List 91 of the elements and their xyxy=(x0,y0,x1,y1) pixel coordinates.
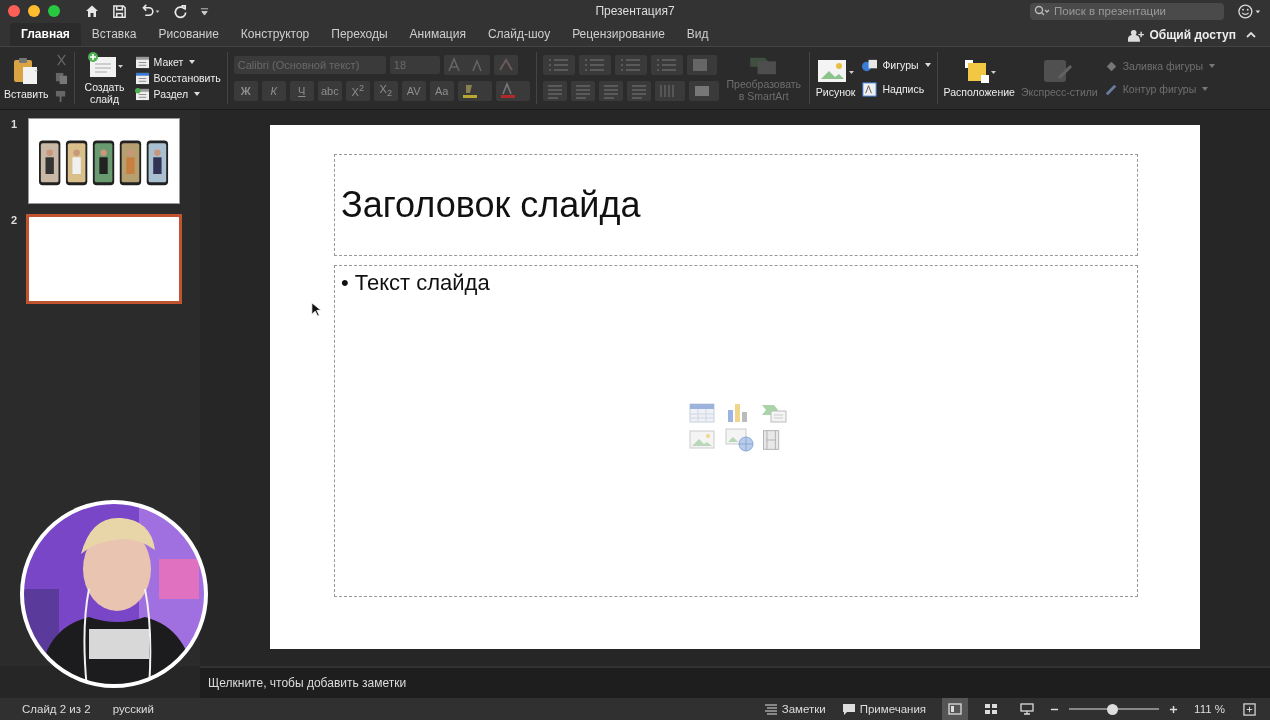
close-button[interactable] xyxy=(8,5,20,17)
notes-placeholder: Щелкните, чтобы добавить заметки xyxy=(208,676,407,690)
slide-title: Заголовок слайда xyxy=(341,184,641,226)
new-slide-icon xyxy=(86,50,123,79)
image-icon xyxy=(816,57,855,84)
ribbon-tab[interactable]: Конструктор xyxy=(229,23,321,46)
projector-icon xyxy=(1020,703,1035,715)
caret-icon xyxy=(194,92,201,96)
slide-counter: Слайд 2 из 2 xyxy=(22,703,91,715)
minimize-button[interactable] xyxy=(28,5,40,17)
layout-icon xyxy=(134,71,150,85)
list-icon[interactable] xyxy=(650,55,683,75)
ribbon-tab[interactable]: Анимация xyxy=(398,23,477,46)
zoom-level[interactable]: 111 % xyxy=(1194,703,1225,715)
format-painter-icon[interactable] xyxy=(54,89,68,103)
slide-thumbnail[interactable] xyxy=(26,214,182,304)
customize-icon[interactable] xyxy=(200,6,209,16)
bullet-mark: • xyxy=(341,270,349,296)
notes-icon xyxy=(763,703,778,715)
search-icon xyxy=(1034,5,1050,17)
add-person-icon xyxy=(1128,28,1146,42)
layout-icon xyxy=(134,87,150,101)
paste-button[interactable]: Вставить xyxy=(4,55,49,101)
ribbon-tab[interactable]: Рецензирование xyxy=(561,23,676,46)
align-icon[interactable] xyxy=(598,81,623,101)
slide-command-button[interactable]: Раздел xyxy=(134,87,221,101)
slide-body-text: Текст слайда xyxy=(354,270,490,296)
slide-command-button[interactable]: Восстановить xyxy=(134,71,221,85)
picture-button[interactable]: Рисунок xyxy=(815,57,856,99)
grid-icon xyxy=(984,703,999,715)
comment-icon xyxy=(841,703,856,715)
ribbon-tab[interactable]: Слайд-шоу xyxy=(476,23,562,46)
mouse-cursor-icon xyxy=(311,302,321,317)
home-icon[interactable] xyxy=(84,3,100,19)
caret-icon xyxy=(189,60,196,64)
layout-icon xyxy=(134,55,150,69)
insert-command-button[interactable]: Надпись xyxy=(861,81,931,98)
insert-command-button[interactable]: Фигуры xyxy=(861,58,931,73)
share-button[interactable]: Общий доступ xyxy=(1128,28,1236,42)
comments-button[interactable]: Примечания xyxy=(841,703,927,715)
ribbon-tab[interactable]: Вид xyxy=(675,23,720,46)
search-field[interactable]: Поиск в презентации xyxy=(1030,2,1224,20)
slide-canvas[interactable]: Заголовок слайда • Текст слайда xyxy=(270,125,1200,649)
copy-icon[interactable] xyxy=(54,71,68,85)
zoom-button[interactable] xyxy=(48,5,60,17)
caret-icon xyxy=(1208,64,1215,69)
clear-formatting-icon[interactable] xyxy=(493,55,518,75)
fit-to-window-icon[interactable] xyxy=(1243,702,1256,716)
align-icon[interactable] xyxy=(542,81,567,101)
title-placeholder[interactable]: Заголовок слайда xyxy=(334,154,1138,256)
online-image-icon[interactable] xyxy=(725,428,755,452)
save-icon[interactable] xyxy=(112,3,127,19)
ribbon-tab[interactable]: Переходы xyxy=(320,23,399,46)
pen-icon xyxy=(1103,82,1119,97)
line-spacing-icon[interactable] xyxy=(654,81,685,101)
shapes-icon xyxy=(861,58,879,73)
align-icon[interactable] xyxy=(626,81,651,101)
language-indicator[interactable]: русский xyxy=(112,703,154,715)
highlight-color-icon[interactable] xyxy=(457,81,492,101)
normal-view-button[interactable] xyxy=(942,698,969,720)
slide-number: 2 xyxy=(9,214,19,226)
table-icon[interactable] xyxy=(689,402,715,424)
caret-icon xyxy=(1202,87,1209,92)
slide-number: 1 xyxy=(9,118,19,130)
columns-icon[interactable] xyxy=(686,55,717,75)
cut-icon[interactable] xyxy=(54,53,68,67)
arrange-button[interactable]: Расположение xyxy=(943,57,1015,99)
zoom-in-icon[interactable] xyxy=(1169,704,1179,714)
normal-view-icon xyxy=(948,703,963,715)
list-icon[interactable] xyxy=(542,55,575,75)
notes-pane[interactable]: Щелкните, чтобы добавить заметки xyxy=(200,666,1270,698)
text-box-icon xyxy=(861,81,879,98)
list-icon[interactable] xyxy=(578,55,611,75)
text-box-icon[interactable] xyxy=(688,81,719,101)
window-title: Презентация7 xyxy=(595,4,675,18)
collapse-icon[interactable] xyxy=(1246,31,1256,39)
notes-button[interactable]: Заметки xyxy=(763,703,826,715)
font-size-buttons-icon[interactable] xyxy=(443,55,490,75)
align-icon[interactable] xyxy=(570,81,595,101)
font-color-icon[interactable] xyxy=(495,81,530,101)
slide-thumbnail[interactable] xyxy=(28,118,180,204)
ribbon-tab[interactable]: Главная xyxy=(10,23,81,46)
ribbon-tab[interactable]: Рисование xyxy=(147,23,230,46)
caret-icon xyxy=(924,63,931,68)
redo-icon[interactable] xyxy=(173,3,188,19)
list-icon[interactable] xyxy=(614,55,647,75)
slide-command-button[interactable]: Макет xyxy=(134,55,221,69)
new-slide-button[interactable]: Создать слайд xyxy=(80,50,129,106)
smiley-icon[interactable] xyxy=(1238,3,1262,19)
content-placeholder[interactable]: • Текст слайда xyxy=(334,265,1138,597)
ribbon-tab[interactable]: Вставка xyxy=(80,23,148,46)
